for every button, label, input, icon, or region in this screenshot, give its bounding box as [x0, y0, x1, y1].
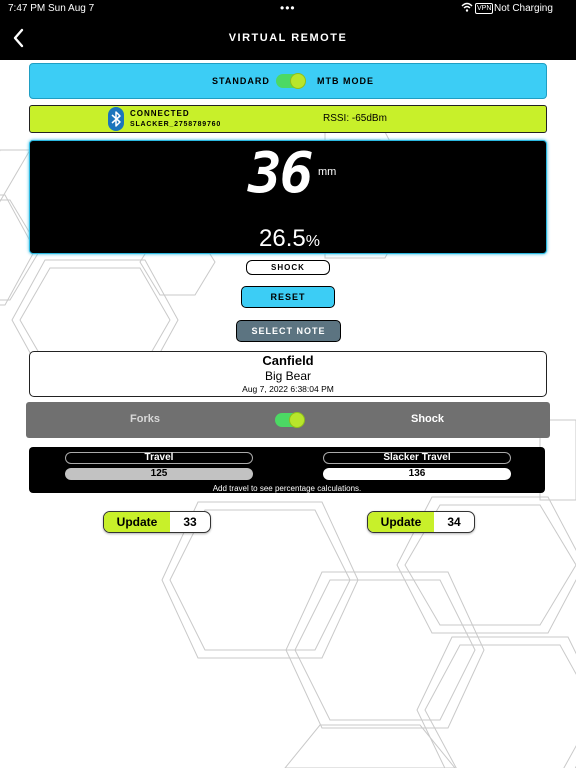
note-date: Aug 7, 2022 6:38:04 PM [242, 384, 334, 394]
travel-value: 36 [248, 141, 313, 206]
travel-percent: 26.5% [259, 225, 320, 253]
percent-sign: % [305, 233, 320, 250]
toggle-knob [290, 73, 306, 89]
shock-label: Shock [411, 413, 445, 425]
bluetooth-icon [108, 107, 124, 131]
slacker-travel-label: Slacker Travel [323, 452, 511, 464]
multitasking-dots-icon[interactable]: ••• [280, 1, 296, 15]
travel-value-field[interactable]: 125 [65, 468, 253, 480]
mode-toggle-switch[interactable] [276, 73, 306, 89]
mode-bar: STANDARD MTB MODE [29, 63, 547, 99]
status-time: 7:47 PM [8, 3, 46, 14]
forks-shock-selector: Forks Shock [26, 402, 550, 438]
travel-unit: mm [318, 166, 337, 178]
slacker-travel-value-field[interactable]: 136 [323, 468, 511, 480]
update-value-right: 34 [447, 515, 461, 529]
device-name: SLACKER_2758789760 [130, 121, 222, 128]
update-control-left: Update 33 [103, 511, 211, 533]
update-control-right: Update 34 [367, 511, 475, 533]
forks-shock-toggle-switch[interactable] [275, 412, 305, 428]
navigation-bar: VIRTUAL REMOTE [0, 18, 576, 60]
update-value-left: 33 [183, 515, 197, 529]
note-name: Canfield [262, 353, 314, 368]
note-location: Big Bear [264, 369, 312, 383]
toggle-knob [289, 412, 305, 428]
vpn-badge: VPN [475, 3, 494, 14]
wifi-icon [461, 2, 473, 15]
update-button-left[interactable]: Update [104, 512, 170, 532]
connection-bar: CONNECTED SLACKER_2758789760 RSSI: -65dB… [29, 105, 547, 133]
update-button-right[interactable]: Update [368, 512, 434, 532]
shock-button[interactable]: SHOCK [246, 260, 330, 275]
travel-display: 36 mm 26.5% [29, 140, 547, 254]
note-info-card[interactable]: Canfield Big Bear Aug 7, 2022 6:38:04 PM [29, 351, 547, 397]
reset-button[interactable]: RESET [241, 286, 335, 308]
travel-panel: Travel 125 Slacker Travel 136 Add travel… [29, 447, 545, 493]
page-title: VIRTUAL REMOTE [228, 32, 348, 44]
charging-status: Not Charging [494, 3, 553, 14]
select-note-button[interactable]: SELECT NOTE [236, 320, 341, 342]
travel-hint: Add travel to see percentage calculation… [212, 484, 362, 493]
percent-value: 26.5 [259, 225, 306, 252]
rssi-readout: RSSI: -65dBm [323, 113, 387, 124]
mtb-mode-label: MTB MODE [317, 76, 374, 86]
status-date: Sun Aug 7 [48, 3, 95, 14]
status-bar: 7:47 PM Sun Aug 7 ••• VPN Not Charging [0, 0, 576, 20]
travel-label: Travel [65, 452, 253, 464]
standard-mode-label: STANDARD [212, 76, 270, 86]
forks-label: Forks [130, 413, 160, 425]
connection-status: CONNECTED [130, 109, 190, 118]
